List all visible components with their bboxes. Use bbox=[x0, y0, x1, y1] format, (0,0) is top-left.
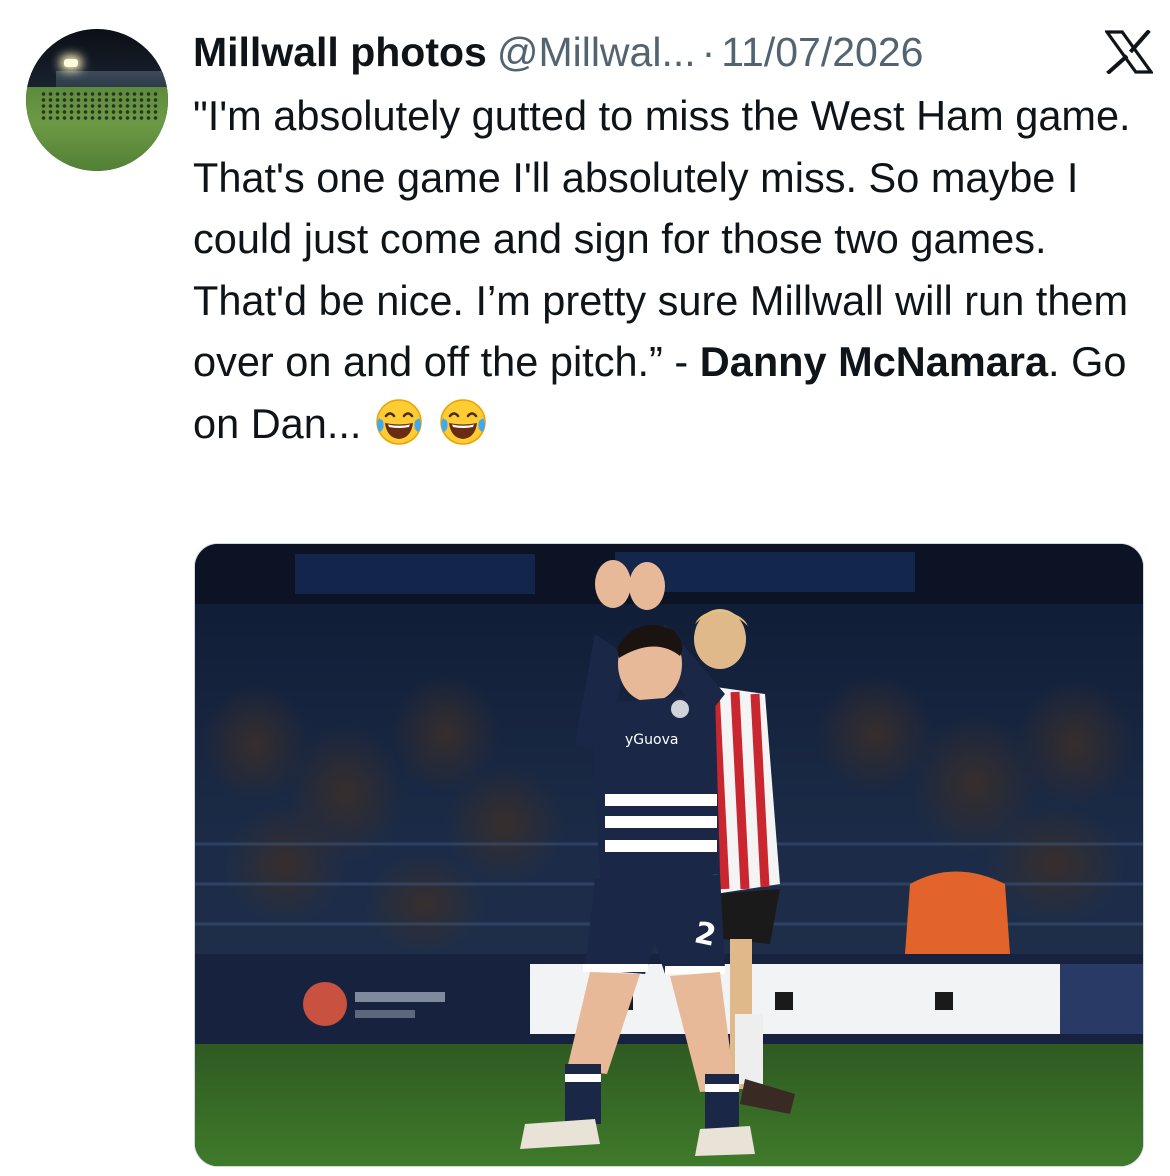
tweet-card[interactable]: Millwall photos @Millwal... · 11/07/2026… bbox=[0, 0, 1170, 1176]
pitch bbox=[195, 1044, 1143, 1166]
author-name[interactable]: Millwall photos bbox=[193, 29, 487, 76]
laughing-tears-emoji-icon bbox=[376, 398, 423, 445]
tweet-text-mention-bold: Danny McNamara bbox=[699, 338, 1049, 385]
author-handle[interactable]: @Millwal... bbox=[497, 29, 696, 76]
avatar-floodlight bbox=[64, 59, 78, 67]
tweet-date[interactable]: 11/07/2026 bbox=[721, 29, 923, 76]
x-logo-icon[interactable] bbox=[1105, 30, 1153, 74]
tweet-text: "I'm absolutely gutted to miss the West … bbox=[193, 85, 1153, 454]
tweet-header: Millwall photos @Millwal... · 11/07/2026 bbox=[193, 26, 1153, 78]
laughing-tears-emoji-icon bbox=[440, 398, 487, 445]
avatar-crowd bbox=[40, 91, 160, 121]
header-separator: · bbox=[701, 28, 716, 75]
steward-figure bbox=[905, 871, 1010, 954]
tweet-photo[interactable]: yGuova 2 bbox=[194, 543, 1144, 1167]
football-player-photo: yGuova 2 bbox=[195, 544, 1143, 1166]
author-avatar[interactable] bbox=[26, 29, 168, 171]
shirt-sponsor: yGuova bbox=[625, 732, 678, 748]
